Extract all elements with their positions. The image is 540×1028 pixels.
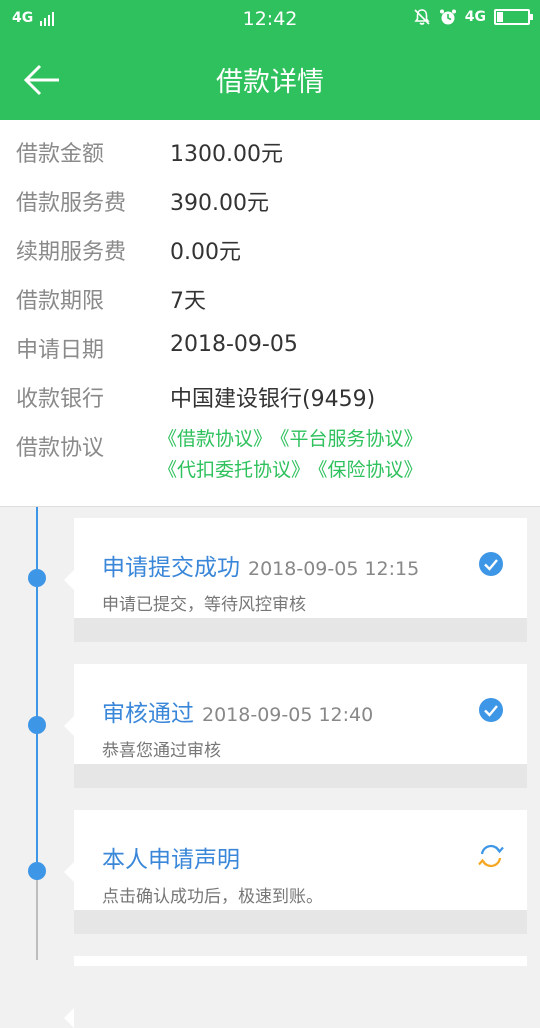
detail-value: 中国建设银行(9459): [170, 387, 376, 412]
detail-row-bank: 收款银行 中国建设银行(9459): [0, 375, 540, 415]
step-title: 申请提交成功 2018-09-05 12:15: [102, 548, 419, 582]
check-circle-icon: [479, 552, 503, 576]
detail-label: 申请日期: [16, 338, 105, 363]
detail-row-agreements: 借款协议 《借款协议》 《平台服务协议》 《代扣委托协议》 《保险协议》: [0, 424, 540, 494]
timeline-card-declaration[interactable]: 本人申请声明 点击确认成功后，极速到账。: [64, 810, 527, 934]
step-time: 2018-09-05 12:15: [248, 558, 420, 580]
step-time: 2018-09-05 12:40: [202, 704, 374, 726]
status-icons: 4G: [413, 8, 533, 26]
detail-value: 0.00元: [170, 240, 241, 265]
detail-value: 7天: [170, 289, 206, 314]
step-title: 本人申请声明: [102, 840, 240, 874]
detail-value: 1300.00元: [170, 142, 283, 167]
step-title-text: 申请提交成功: [102, 555, 240, 581]
detail-label: 借款服务费: [16, 191, 127, 216]
platform-service-agreement-link[interactable]: 《平台服务协议》: [280, 428, 423, 450]
step-title-text: 审核通过: [102, 701, 194, 727]
check-circle-icon: [479, 698, 503, 722]
status-bar: 4G 12:42 4G: [0, 0, 540, 38]
detail-label: 续期服务费: [16, 240, 127, 265]
timeline-dot: [28, 716, 46, 734]
detail-label: 借款金额: [16, 142, 105, 167]
loan-details-panel: 借款金额 1300.00元 借款服务费 390.00元 续期服务费 0.00元 …: [0, 120, 540, 507]
card-footer-strip: [74, 618, 527, 642]
mute-bell-icon: [414, 9, 430, 25]
timeline-line-active: [36, 507, 38, 873]
timeline-dot: [28, 569, 46, 587]
step-description: 点击确认成功后，极速到账。: [102, 887, 323, 907]
network-type-right: 4G: [464, 9, 486, 25]
timeline-card-next: [64, 956, 527, 1028]
insurance-agreement-link[interactable]: 《保险协议》: [318, 459, 423, 481]
detail-row-renewal-fee: 续期服务费 0.00元: [0, 228, 540, 268]
timeline-card-approved: 审核通过 2018-09-05 12:40 恭喜您通过审核: [64, 664, 527, 788]
timeline-dot: [28, 862, 46, 880]
step-title: 审核通过 2018-09-05 12:40: [102, 694, 373, 728]
step-description: 申请已提交，等待风控审核: [102, 595, 306, 615]
timeline-card-submitted: 申请提交成功 2018-09-05 12:15 申请已提交，等待风控审核: [64, 518, 527, 642]
detail-label: 借款协议: [16, 436, 105, 461]
page-title: 借款详情: [216, 67, 324, 98]
step-title-text: 本人申请声明: [102, 847, 240, 873]
loan-agreement-link[interactable]: 《借款协议》: [158, 428, 272, 450]
detail-value: 2018-09-05: [170, 332, 298, 357]
detail-row-amount: 借款金额 1300.00元: [0, 130, 540, 170]
detail-value: 390.00元: [170, 191, 269, 216]
timeline-line-pending: [36, 873, 38, 960]
card-footer-strip: [74, 910, 527, 934]
battery-icon: [494, 9, 533, 25]
detail-label: 收款银行: [16, 387, 105, 412]
withholding-agreement-link[interactable]: 《代扣委托协议》: [158, 459, 310, 481]
agreement-links: 《借款协议》 《平台服务协议》 《代扣委托协议》 《保险协议》: [158, 424, 431, 486]
alarm-icon: [439, 9, 456, 25]
refresh-icon[interactable]: [477, 842, 505, 870]
detail-row-service-fee: 借款服务费 390.00元: [0, 179, 540, 219]
step-description: 恭喜您通过审核: [102, 741, 221, 761]
app-header: 借款详情: [0, 38, 540, 120]
detail-row-term: 借款期限 7天: [0, 277, 540, 317]
detail-label: 借款期限: [16, 289, 105, 314]
detail-row-apply-date: 申请日期 2018-09-05: [0, 326, 540, 366]
card-footer-strip: [74, 764, 527, 788]
